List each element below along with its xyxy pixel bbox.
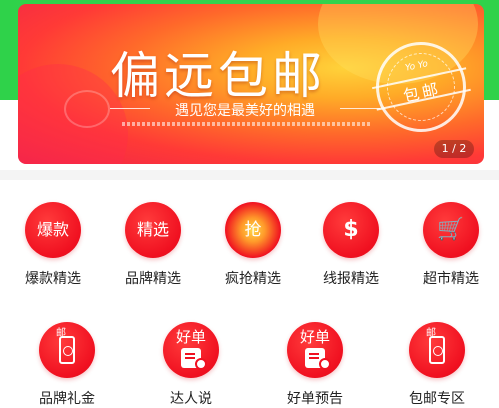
grid-item-deal-news[interactable]: $ 线报精选 <box>306 202 396 288</box>
grid-item-brand-gift[interactable]: 邮 品牌礼金 <box>22 322 112 408</box>
expert-says-glyph: 好单 <box>175 328 206 346</box>
good-deal-preview-icon: 好单 <box>287 322 343 378</box>
promo-banner[interactable]: 偏远包邮 遇见您是最美好的相遇 Yo Yo 包邮 1 / 2 <box>18 4 484 164</box>
supermarket-cart-glyph: 🛒 <box>437 217 465 242</box>
grid-item-rush-buy[interactable]: 抢 疯抢精选 <box>208 202 298 288</box>
grid-item-expert-says[interactable]: 好单 达人说 <box>146 322 236 408</box>
grid-item-hot-sale[interactable]: 爆款 爆款精选 <box>8 202 98 288</box>
ticket-shape <box>429 336 445 364</box>
brand-select-icon: 精选 <box>125 202 181 258</box>
grid-item-label: 线报精选 <box>323 271 379 287</box>
section-divider <box>0 170 499 180</box>
grid-item-free-shipping[interactable]: 邮 包邮专区 <box>392 322 482 408</box>
grid-item-label: 超市精选 <box>423 271 479 287</box>
hot-sale-icon: 爆款 <box>25 202 81 258</box>
grid-item-label: 爆款精选 <box>25 271 81 287</box>
brand-gift-ticket-icon: 邮 <box>39 322 95 378</box>
tag-shape <box>195 358 207 370</box>
grid-item-label: 包邮专区 <box>409 391 465 407</box>
ticket-shape <box>59 336 75 364</box>
tag-shape <box>319 358 331 370</box>
deal-news-icon: $ <box>323 202 379 258</box>
page: 偏远包邮 遇见您是最美好的相遇 Yo Yo 包邮 1 / 2 爆款 爆款精选 精… <box>0 0 499 408</box>
grid-item-label: 达人说 <box>170 391 212 407</box>
free-shipping-ticket-icon: 邮 <box>409 322 465 378</box>
grid-item-label: 疯抢精选 <box>225 271 281 287</box>
supermarket-cart-icon: 🛒 <box>423 202 479 258</box>
banner-pager: 1 / 2 <box>434 140 474 158</box>
good-deal-preview-glyph: 好单 <box>299 328 330 346</box>
banner-fine-print <box>122 122 372 126</box>
grid-item-brand-select[interactable]: 精选 品牌精选 <box>108 202 198 288</box>
banner-rule-right <box>340 108 380 109</box>
rush-buy-icon: 抢 <box>225 202 281 258</box>
brand-select-glyph: 精选 <box>136 220 169 239</box>
grid-item-label: 品牌精选 <box>125 271 181 287</box>
grid-item-label: 好单预告 <box>287 391 343 407</box>
grid-item-label: 品牌礼金 <box>39 391 95 407</box>
grid-item-good-deal-preview[interactable]: 好单 好单预告 <box>270 322 360 408</box>
rush-buy-glyph: 抢 <box>244 220 262 240</box>
banner-title: 偏远包邮 <box>110 47 326 105</box>
hot-sale-glyph: 爆款 <box>36 220 69 239</box>
grid-item-supermarket[interactable]: 🛒 超市精选 <box>406 202 496 288</box>
banner-subtitle: 遇见您是最美好的相遇 <box>175 103 315 119</box>
gift-decoration-icon <box>64 90 110 128</box>
expert-says-icon: 好单 <box>163 322 219 378</box>
deal-news-glyph: $ <box>343 217 359 242</box>
